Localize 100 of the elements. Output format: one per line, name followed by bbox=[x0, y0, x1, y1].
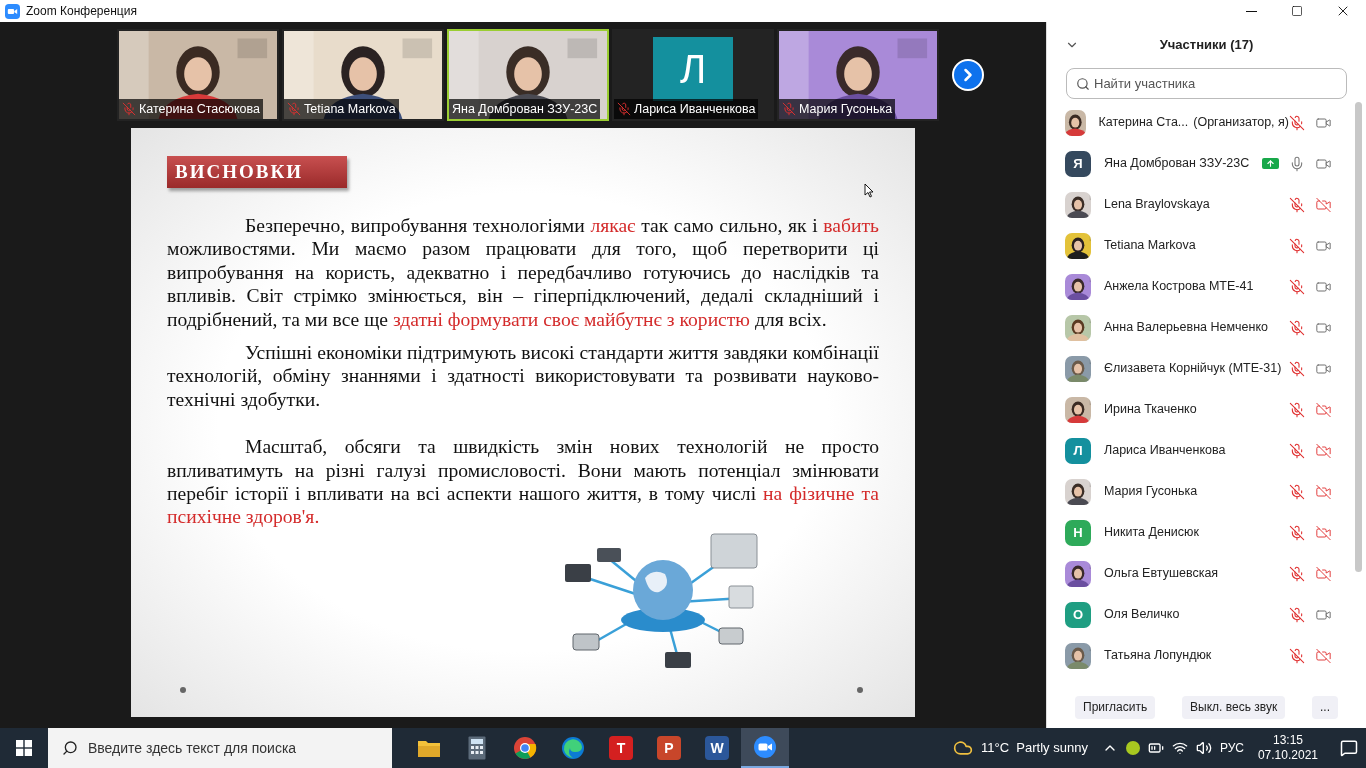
taskbar-app-button[interactable]: P bbox=[645, 728, 693, 768]
participant-name: Анжела Кострова МТЕ-41 bbox=[1104, 278, 1254, 296]
video-off-icon[interactable] bbox=[1315, 483, 1332, 500]
participant-row[interactable]: Анна Валерьевна Немченко bbox=[1047, 307, 1366, 348]
maximize-icon bbox=[1291, 5, 1303, 17]
participant-row[interactable]: Ирина Ткаченко bbox=[1047, 389, 1366, 430]
participant-row[interactable]: Татьяна Лопундюк bbox=[1047, 635, 1366, 676]
participant-name: Катерина Стасюкова bbox=[139, 100, 260, 118]
window-title: Zoom Конференция bbox=[26, 3, 137, 20]
video-off-icon[interactable] bbox=[1315, 647, 1332, 664]
video-tile[interactable]: Катерина Стасюкова bbox=[117, 29, 279, 121]
muted-mic-icon[interactable] bbox=[1289, 442, 1305, 459]
search-field[interactable]: Найти участника bbox=[1066, 68, 1347, 99]
search-icon bbox=[1076, 77, 1090, 91]
battery-icon[interactable] bbox=[1147, 740, 1164, 756]
muted-mic-icon[interactable] bbox=[1289, 278, 1305, 295]
participant-name: Tetiana Markova bbox=[1104, 237, 1196, 255]
participant-row[interactable]: Мария Гусонька bbox=[1047, 471, 1366, 512]
participant-name: Анна Валерьевна Немченко bbox=[1104, 319, 1268, 337]
muted-mic-icon[interactable] bbox=[1289, 319, 1305, 336]
calculator-icon bbox=[468, 736, 486, 760]
muted-mic-icon[interactable] bbox=[1289, 565, 1305, 582]
video-camera-icon bbox=[5, 3, 20, 19]
participant-role: (Организатор, я) bbox=[1193, 114, 1289, 132]
browser-icon bbox=[513, 736, 537, 760]
next-button[interactable] bbox=[952, 59, 984, 91]
participant-name: Tetiana Markova bbox=[304, 100, 396, 118]
participant-row[interactable]: Я Яна Домброван ЗЗУ-23С bbox=[1047, 143, 1366, 184]
video-off-icon[interactable] bbox=[1315, 401, 1332, 418]
participant-row[interactable]: Lena Braylovskaya bbox=[1047, 184, 1366, 225]
browser-icon bbox=[561, 736, 585, 760]
muted-mic-icon[interactable] bbox=[1289, 114, 1305, 131]
avatar: Н bbox=[1065, 519, 1091, 546]
participant-name: Ольга Евтушевская bbox=[1104, 565, 1219, 583]
video-off-icon[interactable] bbox=[1315, 442, 1332, 459]
app-icon: T bbox=[609, 736, 633, 760]
taskbar-search-field[interactable]: Введите здесь текст для поиска bbox=[48, 728, 392, 768]
taskbar-app-button[interactable]: W bbox=[693, 728, 741, 768]
participant-row[interactable]: Tetiana Markova bbox=[1047, 225, 1366, 266]
taskbar-app-button[interactable]: T bbox=[597, 728, 645, 768]
muted-mic-icon[interactable] bbox=[1289, 237, 1305, 254]
video-tile[interactable]: Мария Гусонька bbox=[777, 29, 939, 121]
microphone-icon[interactable] bbox=[1289, 155, 1305, 172]
participant-name: Єлизавета Корнійчук (МТЕ-31) bbox=[1104, 360, 1282, 378]
participant-row[interactable]: Катерина Ста... (Организатор, я) bbox=[1047, 102, 1366, 143]
participant-row[interactable]: Єлизавета Корнійчук (МТЕ-31) bbox=[1047, 348, 1366, 389]
avatar: Л bbox=[1065, 437, 1091, 464]
participant-name: Татьяна Лопундюк bbox=[1104, 647, 1212, 665]
avatar: Я bbox=[1065, 150, 1091, 177]
muted-mic-icon[interactable] bbox=[782, 102, 796, 116]
participant-row[interactable]: Ольга Евтушевская bbox=[1047, 553, 1366, 594]
taskbar-app-button[interactable] bbox=[741, 728, 789, 768]
tray-app-icon[interactable] bbox=[1125, 741, 1140, 755]
muted-mic-icon[interactable] bbox=[1289, 483, 1305, 500]
volume-icon[interactable] bbox=[1195, 740, 1212, 756]
video-off-icon[interactable] bbox=[1315, 565, 1332, 582]
muted-mic-icon[interactable] bbox=[1289, 524, 1305, 541]
cursor-icon bbox=[864, 183, 874, 198]
panel-button[interactable]: Выкл. весь звук bbox=[1182, 695, 1286, 719]
video-camera-icon bbox=[753, 735, 777, 759]
participant-name: Яна Домброван ЗЗУ-23С bbox=[1104, 155, 1250, 173]
panel-title: Участники (17) bbox=[1159, 36, 1254, 55]
muted-mic-icon[interactable] bbox=[1289, 196, 1305, 213]
participant-row[interactable]: Анжела Кострова МТЕ-41 bbox=[1047, 266, 1366, 307]
participant-row[interactable]: О Оля Величко bbox=[1047, 594, 1366, 635]
participant-row[interactable]: Л Лариса Иванченкова bbox=[1047, 430, 1366, 471]
panel-button[interactable]: Пригласить bbox=[1075, 695, 1156, 719]
participant-name: Лариса Иванченкова bbox=[1104, 442, 1226, 460]
muted-mic-icon[interactable] bbox=[1289, 606, 1305, 623]
video-off-icon[interactable] bbox=[1315, 524, 1332, 541]
slide-paragraph: Масштаб, обсяги та швидкість змін нових технологій не просто впливатимуть на різні галузі промисловості. Вони мають потенціал змінювати перебіг історії і впливати на всі аспекти нашого життя, в тому числі на фізичне та психічне здоров'я. bbox=[167, 435, 879, 529]
muted-mic-icon[interactable] bbox=[617, 102, 631, 116]
participant-name: Лариса Иванченкова bbox=[634, 100, 756, 118]
participant-name: Lena Braylovskaya bbox=[1104, 196, 1210, 214]
participant-name: Оля Величко bbox=[1104, 606, 1180, 624]
muted-mic-icon[interactable] bbox=[1289, 401, 1305, 418]
minimize-icon bbox=[1245, 10, 1257, 12]
muted-mic-icon[interactable] bbox=[1289, 360, 1305, 377]
video-tile[interactable]: Л Лариса Иванченкова bbox=[612, 29, 774, 121]
time-text: 13:15 bbox=[1272, 733, 1303, 748]
participant-name: Ирина Ткаченко bbox=[1104, 401, 1197, 419]
wifi-icon[interactable] bbox=[1171, 740, 1188, 756]
weather-icon bbox=[953, 738, 974, 758]
language-indicator[interactable]: РУС bbox=[1219, 739, 1244, 757]
participant-name: Катерина Ста... bbox=[1098, 114, 1189, 132]
panel-button[interactable]: ... bbox=[1312, 695, 1338, 719]
avatar: О bbox=[1065, 601, 1091, 628]
participant-row[interactable]: Н Никита Денисюк bbox=[1047, 512, 1366, 553]
video-tile[interactable]: Яна Домброван ЗЗУ-23С bbox=[447, 29, 609, 121]
scrollbar[interactable] bbox=[1355, 102, 1362, 572]
muted-mic-icon[interactable] bbox=[122, 102, 136, 116]
video-tile[interactable]: Tetiana Markova bbox=[282, 29, 444, 121]
muted-mic-icon[interactable] bbox=[1289, 647, 1305, 664]
clock[interactable]: 13:15 07.10.2021 bbox=[1251, 733, 1324, 763]
slide-title: ВИСНОВКИ bbox=[167, 156, 347, 188]
notifications-icon[interactable] bbox=[1340, 739, 1358, 757]
app-icon: P bbox=[657, 736, 681, 760]
video-off-icon[interactable] bbox=[1315, 196, 1332, 213]
participant-name: Никита Денисюк bbox=[1104, 524, 1199, 542]
participant-name: Яна Домброван ЗЗУ-23С bbox=[452, 100, 598, 118]
